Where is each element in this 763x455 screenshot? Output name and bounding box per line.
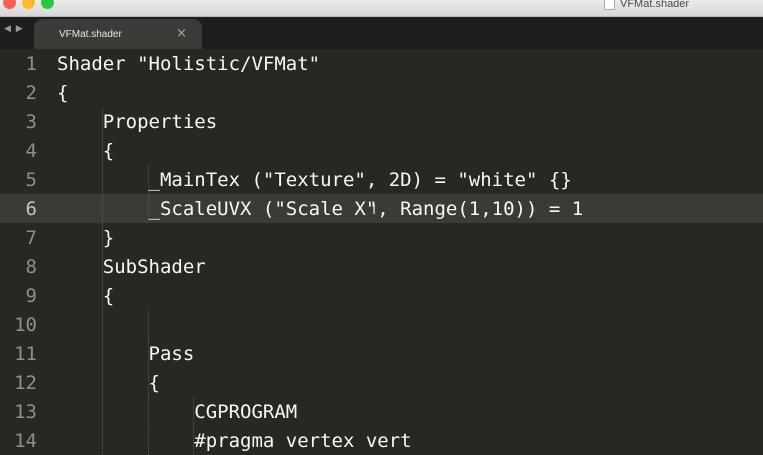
line-number: 7 — [25, 227, 37, 249]
line-number: 5 — [25, 169, 37, 191]
line-number: 1 — [25, 53, 37, 75]
window-title-bar: VFMat.shader — [0, 0, 763, 17]
code-text: { — [57, 82, 69, 104]
line-number: 2 — [25, 82, 37, 104]
code-line[interactable]: 5 _MainTex ("Texture", 2D) = "white" {} — [0, 165, 763, 194]
code-text: Pass — [57, 343, 195, 365]
tab-nav-arrows-icon[interactable]: ◀ ▶ — [4, 24, 24, 34]
line-number: 10 — [14, 314, 37, 336]
line-number: 8 — [25, 256, 37, 278]
document-icon — [604, 0, 615, 10]
code-line[interactable]: 6 _ScaleUVX ("Scale X", Range(1,10)) = 1… — [0, 194, 763, 223]
tab-label: VFMat.shader — [59, 29, 122, 40]
code-text: { — [57, 372, 160, 394]
line-number: 3 — [25, 111, 37, 133]
code-line[interactable]: 3 Properties — [0, 107, 763, 136]
window-title-text: VFMat.shader — [620, 0, 690, 10]
code-text: Shader "Holistic/VFMat" — [57, 53, 321, 75]
code-text: Properties — [57, 111, 218, 133]
line-number: 12 — [14, 372, 37, 394]
code-text: _ScaleUVX ("Scale X", Range(1,10)) = 1 — [57, 198, 584, 220]
code-editor[interactable]: 1 Shader "Holistic/VFMat" 2{3 Properties 4 … — [0, 49, 763, 455]
code-line[interactable]: 4 { — [0, 136, 763, 165]
code-line[interactable]: 14 #pragma vertex vert — [0, 426, 763, 455]
code-line[interactable]: 1 Shader "Holistic/VFMat" — [0, 49, 763, 78]
code-line[interactable]: 8 SubShader — [0, 252, 763, 281]
code-line[interactable]: 7 } — [0, 223, 763, 252]
indent-guide — [101, 310, 103, 339]
code-line[interactable]: 2{ — [0, 78, 763, 107]
code-text: SubShader — [57, 256, 206, 278]
close-window-button[interactable] — [3, 0, 16, 9]
line-number: 6 — [25, 198, 37, 220]
code-line[interactable]: 12 { — [0, 368, 763, 397]
code-line[interactable]: 13 CGPROGRAM — [0, 397, 763, 426]
code-text: { — [57, 285, 115, 307]
indent-guide — [147, 310, 149, 339]
minimize-window-button[interactable] — [22, 0, 35, 9]
tab-vfmat-shader[interactable]: VFMat.shader × — [34, 19, 202, 49]
code-line[interactable]: 10 — [0, 310, 763, 339]
maximize-window-button[interactable] — [41, 0, 54, 9]
line-number: 9 — [25, 285, 37, 307]
line-number: 14 — [14, 430, 37, 452]
code-line[interactable]: 9 { — [0, 281, 763, 310]
code-text: #pragma vertex vert — [57, 430, 412, 452]
line-number: 4 — [25, 140, 37, 162]
text-cursor-icon: I — [372, 202, 377, 218]
tab-bar: ◀ ▶ VFMat.shader × — [0, 17, 763, 49]
code-text: _MainTex ("Texture", 2D) = "white" {} — [57, 169, 572, 191]
line-number: 13 — [14, 401, 37, 423]
code-text: CGPROGRAM — [57, 401, 298, 423]
code-text: } — [57, 227, 115, 249]
line-number: 11 — [14, 343, 37, 365]
tab-close-icon[interactable]: × — [176, 26, 187, 41]
window-title: VFMat.shader — [604, 0, 689, 10]
code-line[interactable]: 11 Pass — [0, 339, 763, 368]
code-text: { — [57, 140, 115, 162]
